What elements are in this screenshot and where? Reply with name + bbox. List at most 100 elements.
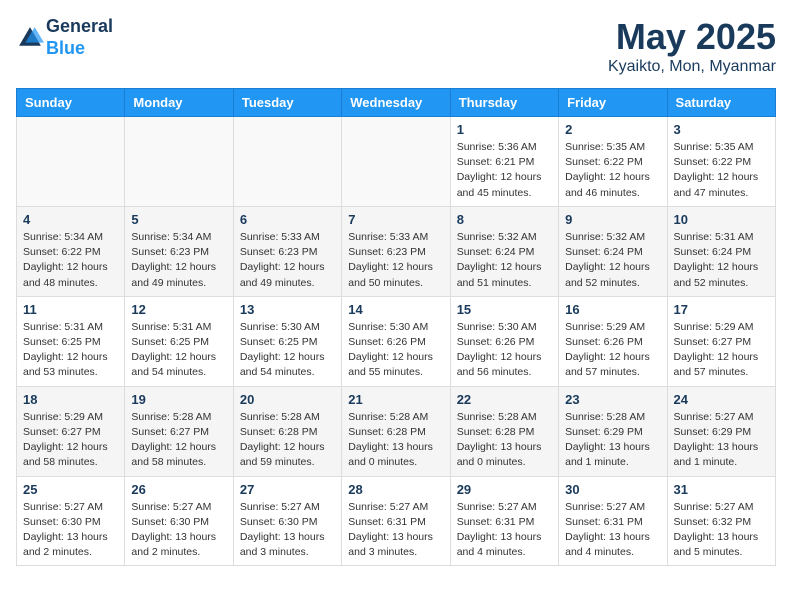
weekday-header-row: SundayMondayTuesdayWednesdayThursdayFrid… xyxy=(17,89,776,117)
day-info: Sunrise: 5:28 AM Sunset: 6:29 PM Dayligh… xyxy=(565,410,660,471)
logo-text-line2: Blue xyxy=(46,38,113,60)
calendar-cell: 25 Sunrise: 5:27 AM Sunset: 6:30 PM Dayli… xyxy=(17,476,125,566)
day-info: Sunrise: 5:27 AM Sunset: 6:30 PM Dayligh… xyxy=(23,500,118,561)
day-info: Sunrise: 5:27 AM Sunset: 6:31 PM Dayligh… xyxy=(348,500,443,561)
weekday-header-monday: Monday xyxy=(125,89,233,117)
calendar-cell: 7Sunrise: 5:33 AM Sunset: 6:23 PM Daylig… xyxy=(342,206,450,296)
calendar-cell: 16 Sunrise: 5:29 AM Sunset: 6:26 PM Dayli… xyxy=(559,296,667,386)
day-info: Sunrise: 5:29 AM Sunset: 6:27 PM Dayligh… xyxy=(674,320,769,381)
day-number: 22 xyxy=(457,392,552,407)
calendar-cell xyxy=(17,117,125,207)
day-number: 8 xyxy=(457,212,552,227)
day-info: Sunrise: 5:31 AM Sunset: 6:25 PM Dayligh… xyxy=(131,320,226,381)
calendar-cell: 5Sunrise: 5:34 AM Sunset: 6:23 PM Daylig… xyxy=(125,206,233,296)
calendar-cell: 19 Sunrise: 5:28 AM Sunset: 6:27 PM Dayli… xyxy=(125,386,233,476)
calendar-cell: 20Sunrise: 5:28 AM Sunset: 6:28 PM Dayli… xyxy=(233,386,341,476)
weekday-header-wednesday: Wednesday xyxy=(342,89,450,117)
day-info: Sunrise: 5:32 AM Sunset: 6:24 PM Dayligh… xyxy=(457,230,552,291)
day-info: Sunrise: 5:27 AM Sunset: 6:30 PM Dayligh… xyxy=(131,500,226,561)
calendar-week-2: 4 Sunrise: 5:34 AM Sunset: 6:22 PM Daylig… xyxy=(17,206,776,296)
day-info: Sunrise: 5:36 AM Sunset: 6:21 PM Dayligh… xyxy=(457,140,552,201)
day-info: Sunrise: 5:30 AM Sunset: 6:25 PM Dayligh… xyxy=(240,320,335,381)
day-number: 23 xyxy=(565,392,660,407)
calendar-cell: 1Sunrise: 5:36 AM Sunset: 6:21 PM Daylig… xyxy=(450,117,558,207)
weekday-header-sunday: Sunday xyxy=(17,89,125,117)
day-info: Sunrise: 5:35 AM Sunset: 6:22 PM Dayligh… xyxy=(565,140,660,201)
calendar-cell: 11 Sunrise: 5:31 AM Sunset: 6:25 PM Dayli… xyxy=(17,296,125,386)
weekday-header-thursday: Thursday xyxy=(450,89,558,117)
calendar-cell: 31Sunrise: 5:27 AM Sunset: 6:32 PM Dayli… xyxy=(667,476,775,566)
day-info: Sunrise: 5:32 AM Sunset: 6:24 PM Dayligh… xyxy=(565,230,660,291)
day-number: 30 xyxy=(565,482,660,497)
calendar-cell: 12 Sunrise: 5:31 AM Sunset: 6:25 PM Dayli… xyxy=(125,296,233,386)
day-info: Sunrise: 5:35 AM Sunset: 6:22 PM Dayligh… xyxy=(674,140,769,201)
day-number: 2 xyxy=(565,122,660,137)
calendar-cell: 4 Sunrise: 5:34 AM Sunset: 6:22 PM Daylig… xyxy=(17,206,125,296)
day-info: Sunrise: 5:27 AM Sunset: 6:32 PM Dayligh… xyxy=(674,500,769,561)
day-number: 27 xyxy=(240,482,335,497)
day-info: Sunrise: 5:34 AM Sunset: 6:23 PM Dayligh… xyxy=(131,230,226,291)
month-title: May 2025 xyxy=(608,16,776,58)
calendar-cell xyxy=(125,117,233,207)
calendar-cell: 8 Sunrise: 5:32 AM Sunset: 6:24 PM Daylig… xyxy=(450,206,558,296)
day-info: Sunrise: 5:29 AM Sunset: 6:26 PM Dayligh… xyxy=(565,320,660,381)
day-number: 21 xyxy=(348,392,443,407)
title-block: May 2025 Kyaikto, Mon, Myanmar xyxy=(608,16,776,76)
day-info: Sunrise: 5:31 AM Sunset: 6:25 PM Dayligh… xyxy=(23,320,118,381)
logo-icon xyxy=(16,24,44,52)
day-number: 24 xyxy=(674,392,769,407)
day-info: Sunrise: 5:28 AM Sunset: 6:27 PM Dayligh… xyxy=(131,410,226,471)
calendar-cell: 27 Sunrise: 5:27 AM Sunset: 6:30 PM Dayli… xyxy=(233,476,341,566)
logo-text-line1: General xyxy=(46,16,113,38)
calendar-cell: 24 Sunrise: 5:27 AM Sunset: 6:29 PM Dayli… xyxy=(667,386,775,476)
day-number: 26 xyxy=(131,482,226,497)
weekday-header-friday: Friday xyxy=(559,89,667,117)
day-number: 19 xyxy=(131,392,226,407)
day-number: 28 xyxy=(348,482,443,497)
calendar-table: SundayMondayTuesdayWednesdayThursdayFrid… xyxy=(16,88,776,566)
calendar-cell: 3 Sunrise: 5:35 AM Sunset: 6:22 PM Daylig… xyxy=(667,117,775,207)
day-number: 14 xyxy=(348,302,443,317)
day-info: Sunrise: 5:31 AM Sunset: 6:24 PM Dayligh… xyxy=(674,230,769,291)
day-info: Sunrise: 5:27 AM Sunset: 6:30 PM Dayligh… xyxy=(240,500,335,561)
calendar-cell: 21 Sunrise: 5:28 AM Sunset: 6:28 PM Dayli… xyxy=(342,386,450,476)
page-header: General Blue May 2025 Kyaikto, Mon, Myan… xyxy=(16,16,776,76)
calendar-cell: 9 Sunrise: 5:32 AM Sunset: 6:24 PM Daylig… xyxy=(559,206,667,296)
calendar-cell: 18Sunrise: 5:29 AM Sunset: 6:27 PM Dayli… xyxy=(17,386,125,476)
calendar-cell: 13Sunrise: 5:30 AM Sunset: 6:25 PM Dayli… xyxy=(233,296,341,386)
day-number: 11 xyxy=(23,302,118,317)
day-info: Sunrise: 5:33 AM Sunset: 6:23 PM Dayligh… xyxy=(240,230,335,291)
calendar-week-3: 11 Sunrise: 5:31 AM Sunset: 6:25 PM Dayli… xyxy=(17,296,776,386)
day-info: Sunrise: 5:33 AM Sunset: 6:23 PM Dayligh… xyxy=(348,230,443,291)
day-info: Sunrise: 5:34 AM Sunset: 6:22 PM Dayligh… xyxy=(23,230,118,291)
calendar-cell: 2 Sunrise: 5:35 AM Sunset: 6:22 PM Daylig… xyxy=(559,117,667,207)
calendar-cell xyxy=(233,117,341,207)
day-number: 12 xyxy=(131,302,226,317)
calendar-cell: 17 Sunrise: 5:29 AM Sunset: 6:27 PM Dayli… xyxy=(667,296,775,386)
calendar-cell: 6Sunrise: 5:33 AM Sunset: 6:23 PM Daylig… xyxy=(233,206,341,296)
calendar-week-5: 25 Sunrise: 5:27 AM Sunset: 6:30 PM Dayli… xyxy=(17,476,776,566)
weekday-header-tuesday: Tuesday xyxy=(233,89,341,117)
logo: General Blue xyxy=(16,16,113,59)
day-number: 9 xyxy=(565,212,660,227)
day-number: 29 xyxy=(457,482,552,497)
day-number: 17 xyxy=(674,302,769,317)
calendar-cell: 28 Sunrise: 5:27 AM Sunset: 6:31 PM Dayli… xyxy=(342,476,450,566)
calendar-week-4: 18Sunrise: 5:29 AM Sunset: 6:27 PM Dayli… xyxy=(17,386,776,476)
calendar-cell: 10Sunrise: 5:31 AM Sunset: 6:24 PM Dayli… xyxy=(667,206,775,296)
day-info: Sunrise: 5:28 AM Sunset: 6:28 PM Dayligh… xyxy=(457,410,552,471)
calendar-cell: 30Sunrise: 5:27 AM Sunset: 6:31 PM Dayli… xyxy=(559,476,667,566)
day-info: Sunrise: 5:29 AM Sunset: 6:27 PM Dayligh… xyxy=(23,410,118,471)
day-number: 25 xyxy=(23,482,118,497)
day-number: 4 xyxy=(23,212,118,227)
day-info: Sunrise: 5:30 AM Sunset: 6:26 PM Dayligh… xyxy=(348,320,443,381)
calendar-cell: 29Sunrise: 5:27 AM Sunset: 6:31 PM Dayli… xyxy=(450,476,558,566)
day-number: 16 xyxy=(565,302,660,317)
day-number: 3 xyxy=(674,122,769,137)
calendar-cell: 14 Sunrise: 5:30 AM Sunset: 6:26 PM Dayli… xyxy=(342,296,450,386)
calendar-cell: 15Sunrise: 5:30 AM Sunset: 6:26 PM Dayli… xyxy=(450,296,558,386)
weekday-header-saturday: Saturday xyxy=(667,89,775,117)
day-info: Sunrise: 5:27 AM Sunset: 6:29 PM Dayligh… xyxy=(674,410,769,471)
calendar-cell: 23 Sunrise: 5:28 AM Sunset: 6:29 PM Dayli… xyxy=(559,386,667,476)
day-info: Sunrise: 5:28 AM Sunset: 6:28 PM Dayligh… xyxy=(348,410,443,471)
